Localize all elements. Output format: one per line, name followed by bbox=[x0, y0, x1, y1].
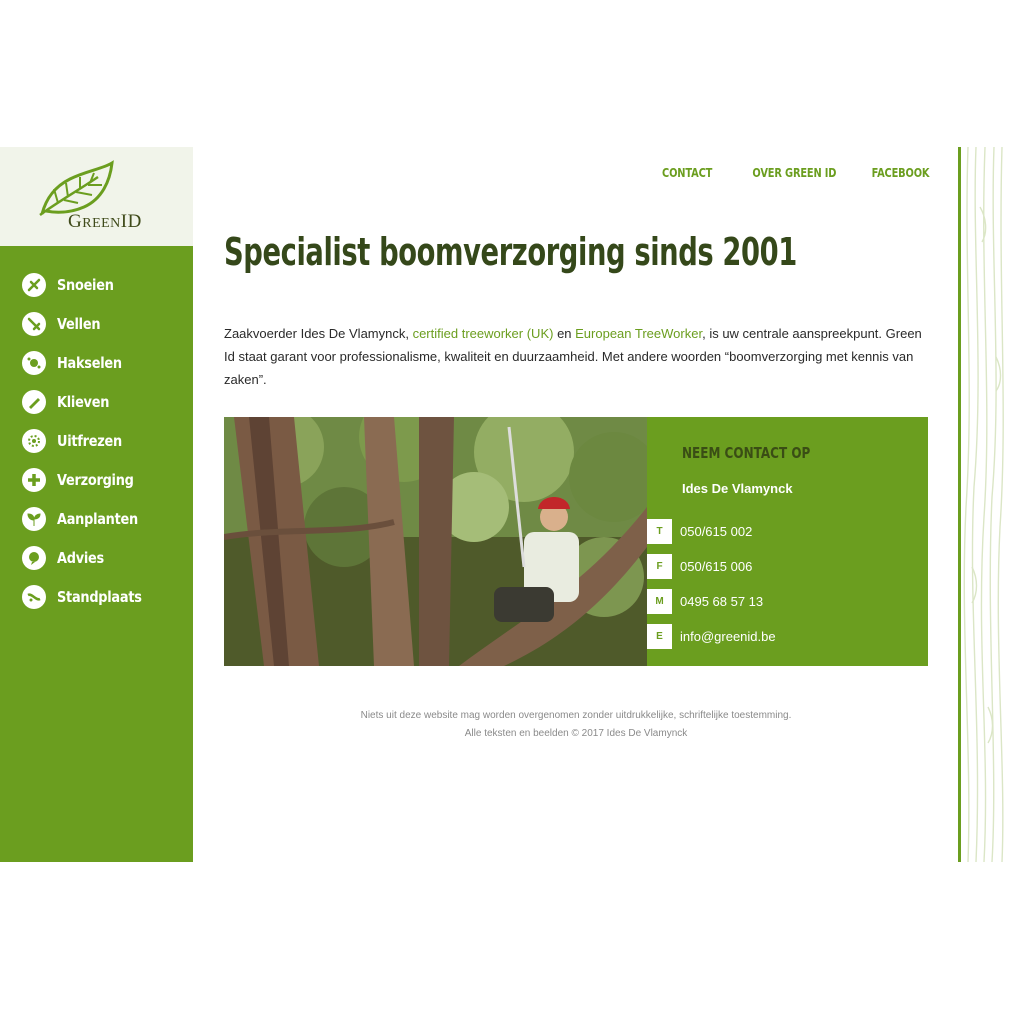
footer: Niets uit deze website mag worden overge… bbox=[224, 707, 928, 743]
felling-icon bbox=[22, 311, 46, 336]
contact-email-link[interactable]: info@greenid.be bbox=[680, 629, 776, 644]
sidebar: GREENID Snoeien Vellen Hakselen Klieven … bbox=[0, 147, 193, 862]
sidebar-item-standplaats[interactable]: Standplaats bbox=[0, 577, 193, 616]
footer-disclaimer: Niets uit deze website mag worden overge… bbox=[360, 710, 792, 721]
intro-text: Zaakvoerder Ides De Vlamynck, bbox=[224, 326, 413, 341]
logo-wordmark: GREENID bbox=[68, 211, 142, 232]
sidebar-item-label: Advies bbox=[57, 548, 104, 567]
sidebar-item-aanplanten[interactable]: Aanplanten bbox=[0, 499, 193, 538]
sidebar-item-hakselen[interactable]: Hakselen bbox=[0, 343, 193, 382]
sidebar-menu: Snoeien Vellen Hakselen Klieven Uitfreze… bbox=[0, 265, 193, 616]
nav-about-link[interactable]: OVER GREEN ID bbox=[753, 166, 837, 180]
contact-value: 050/615 006 bbox=[680, 559, 753, 574]
sidebar-item-label: Verzorging bbox=[57, 470, 134, 489]
splitting-icon bbox=[22, 389, 46, 414]
intro-paragraph: Zaakvoerder Ides De Vlamynck, certified … bbox=[224, 322, 928, 391]
intro-text: en bbox=[553, 326, 576, 341]
european-treeworker-link[interactable]: European TreeWorker bbox=[575, 326, 702, 341]
contact-value[interactable]: 0495 68 57 13 bbox=[680, 594, 763, 609]
logo[interactable]: GREENID bbox=[0, 147, 193, 246]
advice-icon bbox=[22, 545, 46, 570]
contact-box: NEEM CONTACT OP Ides De Vlamynck T 050/6… bbox=[647, 417, 928, 666]
contact-name: Ides De Vlamynck bbox=[682, 481, 793, 496]
nav-contact-link[interactable]: CONTACT bbox=[662, 166, 712, 180]
location-icon bbox=[22, 584, 46, 609]
contact-row-email[interactable]: E info@greenid.be bbox=[647, 624, 776, 649]
sidebar-item-klieven[interactable]: Klieven bbox=[0, 382, 193, 421]
sidebar-item-label: Aanplanten bbox=[57, 509, 138, 528]
contact-value[interactable]: 050/615 002 bbox=[680, 524, 752, 539]
leaf-logo-icon bbox=[39, 160, 114, 217]
contact-letter: M bbox=[647, 589, 672, 614]
sidebar-item-verzorging[interactable]: Verzorging bbox=[0, 460, 193, 499]
sidebar-item-label: Klieven bbox=[57, 392, 110, 411]
planting-icon bbox=[22, 506, 46, 531]
sidebar-item-snoeien[interactable]: Snoeien bbox=[0, 265, 193, 304]
plus-icon bbox=[22, 467, 46, 492]
contact-row-phone[interactable]: T 050/615 002 bbox=[647, 519, 752, 544]
sidebar-item-vellen[interactable]: Vellen bbox=[0, 304, 193, 343]
chipping-icon bbox=[22, 350, 46, 375]
contact-heading: NEEM CONTACT OP bbox=[682, 444, 811, 462]
stump-grinding-icon bbox=[22, 428, 46, 453]
pruning-icon bbox=[22, 272, 46, 297]
sidebar-item-advies[interactable]: Advies bbox=[0, 538, 193, 577]
sidebar-item-label: Hakselen bbox=[57, 353, 122, 372]
wood-grain-decoration bbox=[958, 147, 1004, 862]
sidebar-item-label: Uitfrezen bbox=[57, 431, 122, 450]
top-navigation: CONTACT OVER GREEN ID FACEBOOK bbox=[651, 166, 929, 180]
contact-row-mobile[interactable]: M 0495 68 57 13 bbox=[647, 589, 763, 614]
contact-letter: E bbox=[647, 624, 672, 649]
arborist-photo bbox=[224, 417, 647, 666]
nav-facebook-link[interactable]: FACEBOOK bbox=[871, 166, 929, 180]
certified-treeworker-link[interactable]: certified treeworker (UK) bbox=[413, 326, 554, 341]
contact-row-fax: F 050/615 006 bbox=[647, 554, 752, 579]
contact-letter: F bbox=[647, 554, 672, 579]
footer-copyright: Alle teksten en beelden © 2017 Ides De V… bbox=[464, 728, 688, 739]
page-frame: GREENID Snoeien Vellen Hakselen Klieven … bbox=[0, 147, 1009, 862]
sidebar-item-label: Vellen bbox=[57, 314, 101, 333]
contact-letter: T bbox=[647, 519, 672, 544]
sidebar-item-label: Standplaats bbox=[57, 587, 142, 606]
sidebar-item-uitfrezen[interactable]: Uitfrezen bbox=[0, 421, 193, 460]
page-title: Specialist boomverzorging sinds 2001 bbox=[224, 230, 797, 274]
sidebar-item-label: Snoeien bbox=[57, 275, 114, 294]
